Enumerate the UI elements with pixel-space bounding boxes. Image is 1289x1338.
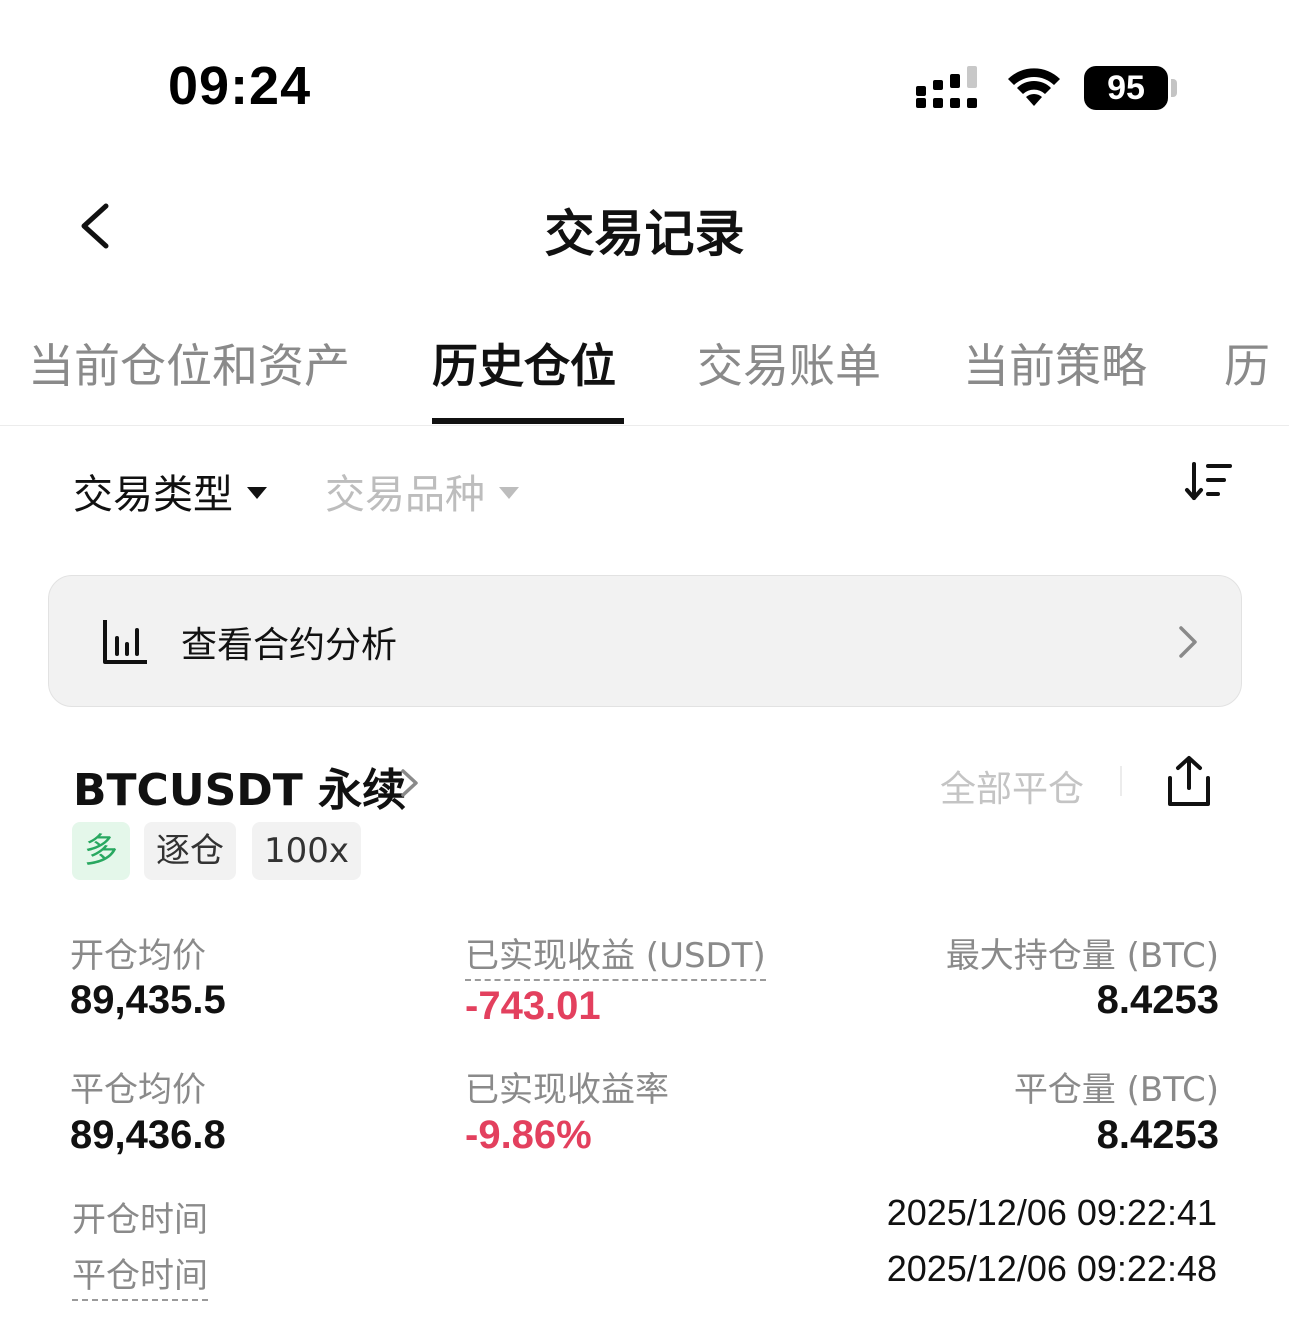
realized-rate-value: -9.86%	[465, 1113, 592, 1157]
caret-down-icon	[247, 487, 267, 499]
close-time-value: 2025/12/06 09:22:48	[886, 1248, 1217, 1289]
close-all-button[interactable]: 全部平仓	[940, 760, 1084, 812]
wifi-icon	[1008, 68, 1060, 106]
status-bar: 09:24 95	[0, 0, 1289, 170]
tab-history-more[interactable]: 历	[1224, 330, 1270, 396]
instrument-filter[interactable]: 交易品种	[325, 462, 519, 520]
trade-type-filter-label: 交易类型	[73, 472, 233, 518]
tab-trade-bills[interactable]: 交易账单	[697, 330, 881, 396]
chevron-right-icon	[1179, 626, 1197, 658]
open-time-label: 开仓时间	[72, 1200, 208, 1240]
instrument-filter-label: 交易品种	[325, 472, 485, 518]
sort-icon[interactable]	[1184, 458, 1234, 508]
close-avg-value: 89,436.8	[70, 1113, 226, 1157]
open-avg-label: 开仓均价	[70, 936, 206, 976]
page-title: 交易记录	[544, 205, 745, 263]
realized-rate-label: 已实现收益率	[465, 1070, 669, 1110]
max-size-label: 最大持仓量 (BTC)	[945, 936, 1219, 976]
side-tag: 多	[72, 822, 130, 880]
open-time-value: 2025/12/06 09:22:41	[886, 1192, 1217, 1233]
close-time-label[interactable]: 平仓时间	[72, 1248, 208, 1301]
tab-current-strategies[interactable]: 当前策略	[963, 330, 1147, 396]
max-size-value: 8.4253	[1096, 978, 1219, 1022]
open-avg-value: 89,435.5	[70, 978, 226, 1022]
realized-pnl-value: -743.01	[465, 984, 601, 1028]
trade-type-filter[interactable]: 交易类型	[73, 462, 267, 520]
position-symbol[interactable]: BTCUSDT 永续	[73, 754, 406, 818]
cellular-signal-icon	[916, 66, 977, 108]
close-avg-label: 平仓均价	[70, 1070, 206, 1110]
contract-analysis-label: 查看合约分析	[181, 625, 398, 666]
chevron-right-icon[interactable]	[398, 766, 422, 800]
tab-current-positions[interactable]: 当前仓位和资产	[28, 330, 350, 396]
active-tab-indicator	[432, 418, 624, 424]
margin-mode-tag: 逐仓	[144, 822, 236, 880]
leverage-tag: 100x	[252, 822, 362, 880]
battery-indicator: 95	[1084, 66, 1168, 110]
tab-bar: 当前仓位和资产 历史仓位 交易账单 当前策略 历	[0, 322, 1289, 426]
closed-size-label: 平仓量 (BTC)	[1013, 1070, 1219, 1110]
battery-cap	[1171, 79, 1177, 97]
contract-analysis-card[interactable]: 查看合约分析	[48, 575, 1242, 707]
caret-down-icon	[499, 487, 519, 499]
share-icon[interactable]	[1164, 754, 1214, 808]
bar-chart-icon	[103, 620, 147, 664]
vertical-divider	[1120, 766, 1122, 796]
closed-size-value: 8.4253	[1096, 1113, 1219, 1157]
tab-position-history[interactable]: 历史仓位	[432, 330, 616, 396]
status-time: 09:24	[168, 56, 312, 116]
realized-pnl-label[interactable]: 已实现收益 (USDT)	[465, 928, 766, 981]
